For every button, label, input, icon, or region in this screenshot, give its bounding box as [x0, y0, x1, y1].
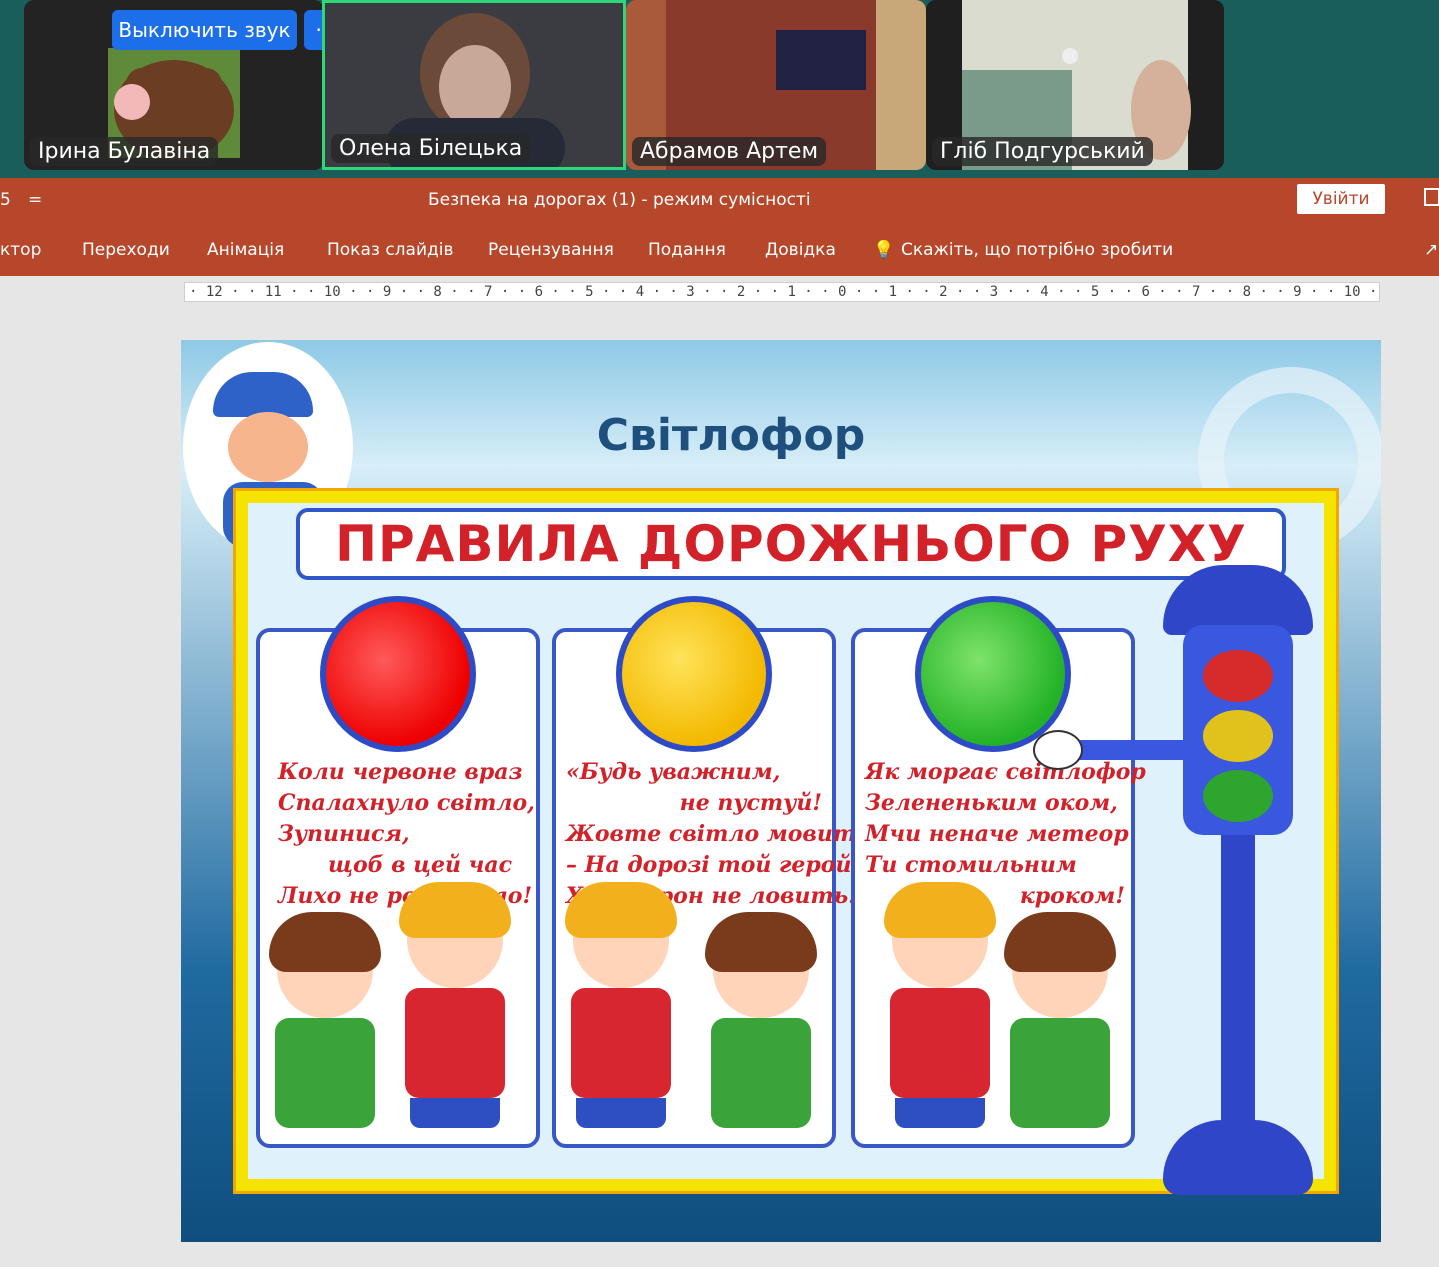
participant-name: Олена Білецька	[331, 134, 531, 163]
green-light-panel: Як моргає світлофор Зелененьким оком, Мч…	[851, 596, 1146, 1148]
red-light-icon	[320, 596, 476, 752]
signin-button[interactable]: Увійти	[1297, 184, 1385, 214]
ribbon-display-options-icon[interactable]	[1424, 188, 1439, 206]
lightbulb-icon: 💡	[873, 240, 895, 260]
participant-name: Гліб Подгурський	[932, 137, 1153, 166]
tab-slideshow[interactable]: Показ слайдів	[327, 240, 454, 260]
children-illustration	[556, 882, 832, 1144]
participant-tile[interactable]: Выключить звук ··· Ірина Булавіна	[24, 0, 324, 170]
powerpoint-title-bar: 5 = Безпека на дорогах (1) - режим суміс…	[0, 178, 1439, 224]
red-light-panel: Коли червоне враз Спалахнуло світло, Зуп…	[256, 596, 540, 1148]
yellow-light-panel: «Будь уважним, не пустуй! Жовте світло м…	[552, 596, 878, 1148]
meeting-participant-strip: Выключить звук ··· Ірина Булавіна Олена …	[0, 0, 1439, 178]
more-options-button[interactable]: ···	[304, 10, 324, 50]
tab-animations[interactable]: Анімація	[207, 240, 284, 260]
tab-help[interactable]: Довідка	[765, 240, 836, 260]
tab-review[interactable]: Рецензування	[488, 240, 614, 260]
participant-name: Ірина Булавіна	[30, 137, 219, 166]
participant-tile[interactable]: Абрамов Артем	[626, 0, 926, 170]
tab-view[interactable]: Подання	[648, 240, 726, 260]
children-illustration	[260, 882, 536, 1144]
ribbon-tabs: ктор Переходи Анімація Показ слайдів Рец…	[0, 224, 1439, 276]
children-illustration	[855, 882, 1131, 1144]
horizontal-ruler: · 12 · · 11 · · 10 · · 9 · · 8 · · 7 · ·…	[184, 282, 1380, 302]
tell-me-search[interactable]: Скажіть, що потрібно зробити	[901, 240, 1173, 260]
yellow-light-icon	[616, 596, 772, 752]
share-icon[interactable]: ↗	[1424, 240, 1438, 260]
customize-quick-access-button[interactable]: =	[28, 190, 42, 210]
traffic-light-character-illustration	[1033, 565, 1333, 1215]
green-light-icon	[915, 596, 1071, 752]
tab-transitions[interactable]: Переходи	[82, 240, 170, 260]
participant-tile-active-speaker[interactable]: Олена Білецька	[322, 0, 626, 170]
undo-button[interactable]: 5	[0, 190, 11, 210]
pointing-hand-icon	[1033, 730, 1083, 770]
tab-design[interactable]: ктор	[0, 240, 41, 260]
participant-name: Абрамов Артем	[632, 137, 827, 166]
participant-tile[interactable]: Гліб Подгурський	[926, 0, 1224, 170]
mute-audio-button[interactable]: Выключить звук	[112, 10, 297, 50]
slide-canvas[interactable]: Світлофор ПРАВИЛА ДОРОЖНЬОГО РУХУ Коли ч…	[181, 340, 1381, 1242]
document-title: Безпека на дорогах (1) - режим сумісност…	[428, 190, 811, 210]
poster-banner: ПРАВИЛА ДОРОЖНЬОГО РУХУ	[296, 508, 1286, 580]
